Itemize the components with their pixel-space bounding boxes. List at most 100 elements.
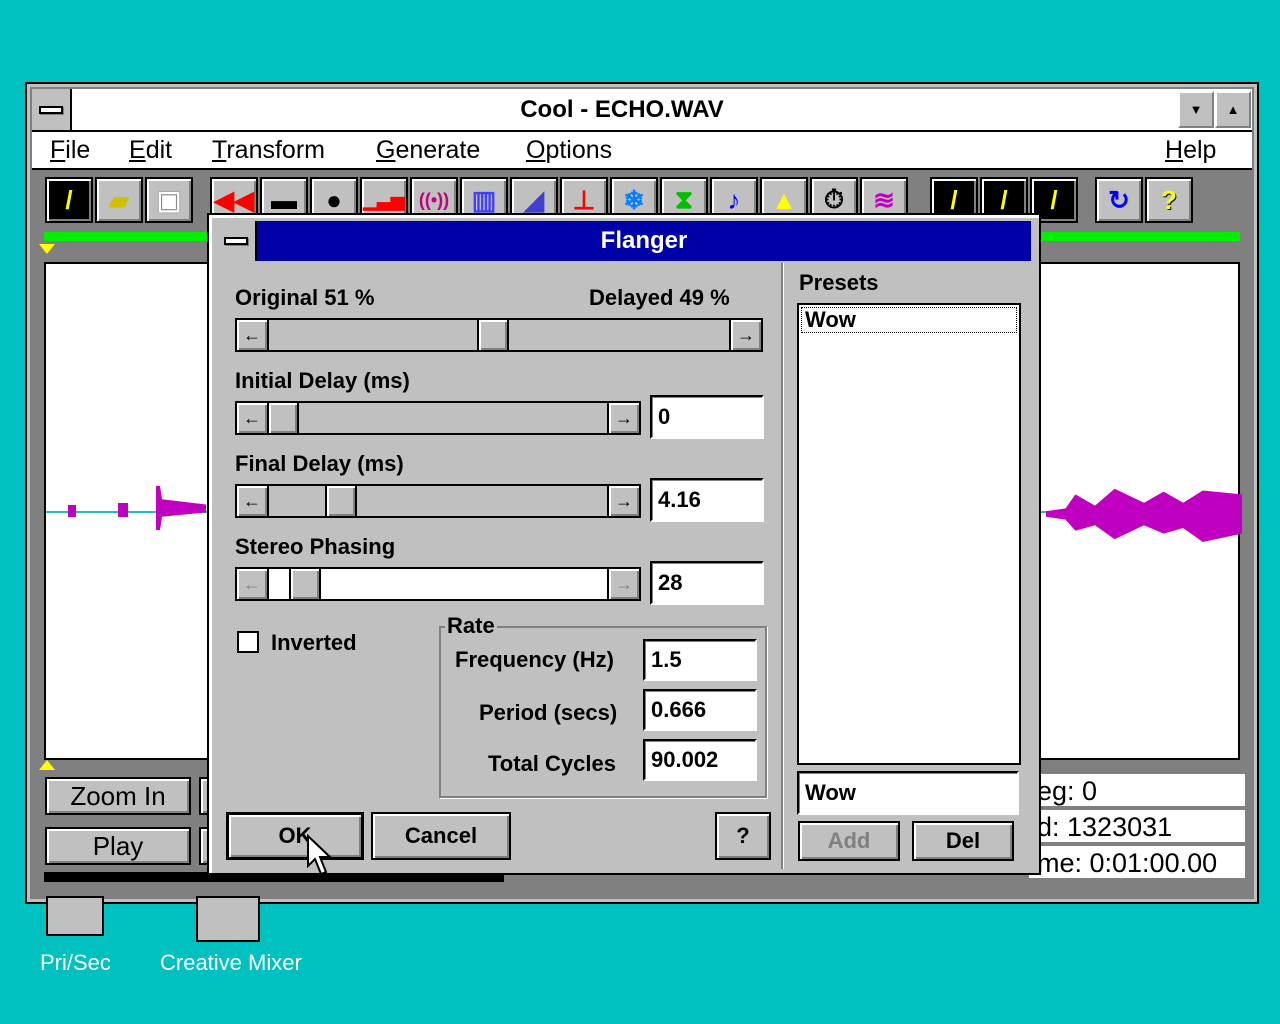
arrow-left-icon[interactable]: ← bbox=[237, 569, 269, 599]
zoom-in-button[interactable]: Zoom In bbox=[45, 777, 191, 815]
waveform-burst bbox=[1046, 488, 1242, 542]
amplify-knob-icon: ● bbox=[326, 184, 342, 215]
window-title: Cool - ECHO.WAV bbox=[520, 96, 724, 123]
system-menu-icon bbox=[224, 237, 248, 245]
dialog-title-bar: Flanger bbox=[217, 221, 1031, 261]
original-mix-label: Original 51 % bbox=[235, 285, 375, 310]
menu-edit[interactable]: Edit bbox=[129, 136, 172, 165]
title-bar: Cool - ECHO.WAV ▼ ▲ bbox=[32, 89, 1252, 132]
mouse-cursor-icon bbox=[307, 834, 332, 876]
final-delay-slider[interactable]: ← → bbox=[235, 484, 641, 518]
pri-sec-label[interactable]: Pri/Sec bbox=[40, 950, 111, 976]
inverted-checkbox[interactable] bbox=[237, 631, 259, 653]
note-icon: ♪ bbox=[727, 184, 741, 215]
distortion-icon: ▥ bbox=[471, 184, 497, 215]
stereo-phasing-label: Stereo Phasing bbox=[235, 534, 396, 559]
menu-transform[interactable]: Transform bbox=[212, 136, 325, 165]
stereo-phasing-thumb[interactable] bbox=[289, 569, 321, 599]
help-button[interactable]: ? bbox=[1145, 177, 1193, 223]
total-cycles-label: Total Cycles bbox=[488, 751, 616, 776]
system-menu-button[interactable] bbox=[32, 89, 72, 130]
maximize-icon: ▲ bbox=[1226, 102, 1240, 117]
freeze-icon: ❄ bbox=[623, 184, 645, 215]
open-file-button[interactable]: ▰ bbox=[95, 177, 143, 223]
pri-sec-icon[interactable] bbox=[46, 896, 104, 936]
silence-generate-icon: / bbox=[1050, 184, 1058, 215]
final-delay-label: Final Delay (ms) bbox=[235, 451, 404, 476]
add-preset-button[interactable]: Add bbox=[798, 821, 900, 861]
arrow-right-icon[interactable]: → bbox=[607, 403, 639, 433]
open-file-icon: ▰ bbox=[109, 184, 129, 215]
creative-mixer-icon[interactable] bbox=[196, 896, 260, 942]
menu-generate[interactable]: Generate bbox=[376, 136, 480, 165]
waveform-burst bbox=[118, 503, 128, 517]
dialog-title: Flanger bbox=[600, 227, 688, 254]
time-readout: me: 0:01:00.00 bbox=[1029, 846, 1245, 880]
inverted-label[interactable]: Inverted bbox=[271, 630, 357, 656]
new-file-icon: / bbox=[65, 184, 73, 215]
dialog-system-menu-button[interactable] bbox=[217, 221, 257, 261]
waveform-burst bbox=[68, 505, 76, 517]
mix-slider[interactable]: ← → bbox=[235, 318, 763, 352]
presets-list[interactable]: Wow bbox=[797, 303, 1021, 765]
mix-slider-thumb[interactable] bbox=[477, 320, 509, 350]
initial-delay-thumb[interactable] bbox=[267, 403, 299, 433]
initial-delay-input[interactable]: 0 bbox=[650, 395, 764, 439]
end-readout: d: 1323031 bbox=[1029, 810, 1245, 844]
ok-button[interactable]: OK bbox=[226, 812, 364, 860]
reverse-icon: ◀◀ bbox=[214, 184, 254, 215]
stereo-phasing-slider[interactable]: ← → bbox=[235, 567, 641, 601]
arrow-right-icon[interactable]: → bbox=[607, 569, 639, 599]
help-icon: ? bbox=[1161, 184, 1177, 215]
menu-options[interactable]: Options bbox=[526, 136, 612, 165]
menu-file[interactable]: File bbox=[50, 136, 90, 165]
dialog-help-button[interactable]: ? bbox=[715, 812, 771, 860]
start-marker-icon[interactable] bbox=[39, 244, 55, 254]
delete-preset-button[interactable]: Del bbox=[912, 821, 1014, 861]
end-marker-icon[interactable] bbox=[39, 760, 55, 770]
play-button[interactable]: Play bbox=[45, 827, 191, 865]
menu-help[interactable]: Help bbox=[1165, 136, 1216, 165]
noise-generate-icon: / bbox=[950, 184, 958, 215]
equalizer-icon: ▁▃▅ bbox=[363, 189, 405, 210]
creative-mixer-label[interactable]: Creative Mixer bbox=[160, 950, 302, 976]
initial-delay-slider[interactable]: ← → bbox=[235, 401, 641, 435]
arrow-right-icon[interactable]: → bbox=[729, 320, 761, 350]
preset-name-input[interactable]: Wow bbox=[797, 771, 1019, 815]
cancel-button[interactable]: Cancel bbox=[371, 812, 511, 860]
total-cycles-input[interactable]: 90.002 bbox=[643, 739, 757, 781]
echo-icon: ((•)) bbox=[418, 189, 450, 210]
frequency-label: Frequency (Hz) bbox=[455, 647, 614, 672]
initial-delay-label: Initial Delay (ms) bbox=[235, 368, 410, 393]
flanger-dialog: Flanger Original 51 % Delayed 49 % ← → I… bbox=[207, 213, 1041, 875]
arrow-left-icon[interactable]: ← bbox=[237, 486, 269, 516]
stopwatch-icon: ⏱ bbox=[823, 184, 845, 214]
final-delay-thumb[interactable] bbox=[325, 486, 357, 516]
preset-item[interactable]: Wow bbox=[801, 307, 1017, 333]
loop-button[interactable]: ↻ bbox=[1095, 177, 1143, 223]
rate-group-label: Rate bbox=[445, 613, 497, 639]
maximize-button[interactable]: ▲ bbox=[1215, 91, 1251, 128]
menu-bar: File Edit Transform Generate Options Hel… bbox=[32, 132, 1252, 170]
presets-label: Presets bbox=[799, 270, 879, 295]
arrow-left-icon[interactable]: ← bbox=[237, 403, 269, 433]
new-file-button[interactable]: / bbox=[45, 177, 93, 223]
delayed-mix-label: Delayed 49 % bbox=[589, 285, 730, 310]
arrow-right-icon[interactable]: → bbox=[607, 486, 639, 516]
final-delay-input[interactable]: 4.16 bbox=[650, 478, 764, 522]
minimize-icon: ▼ bbox=[1189, 102, 1203, 117]
arrow-left-icon[interactable]: ← bbox=[237, 320, 269, 350]
begin-readout: eg: 0 bbox=[1029, 774, 1245, 808]
compress-icon: ⧗ bbox=[674, 184, 694, 214]
period-input[interactable]: 0.666 bbox=[643, 689, 757, 731]
triangle-icon: ▲ bbox=[771, 184, 797, 215]
wave-icon: ◢ bbox=[524, 184, 544, 215]
minimize-button[interactable]: ▼ bbox=[1178, 91, 1214, 128]
stereo-phasing-input[interactable]: 28 bbox=[650, 561, 764, 605]
silence-icon: ▬ bbox=[271, 184, 297, 215]
save-file-button[interactable]: ▣ bbox=[145, 177, 193, 223]
save-file-icon: ▣ bbox=[156, 184, 182, 215]
multi-wave-icon: ≋ bbox=[873, 184, 895, 215]
frequency-input[interactable]: 1.5 bbox=[643, 639, 757, 681]
tone-generate-icon: / bbox=[1000, 184, 1008, 215]
